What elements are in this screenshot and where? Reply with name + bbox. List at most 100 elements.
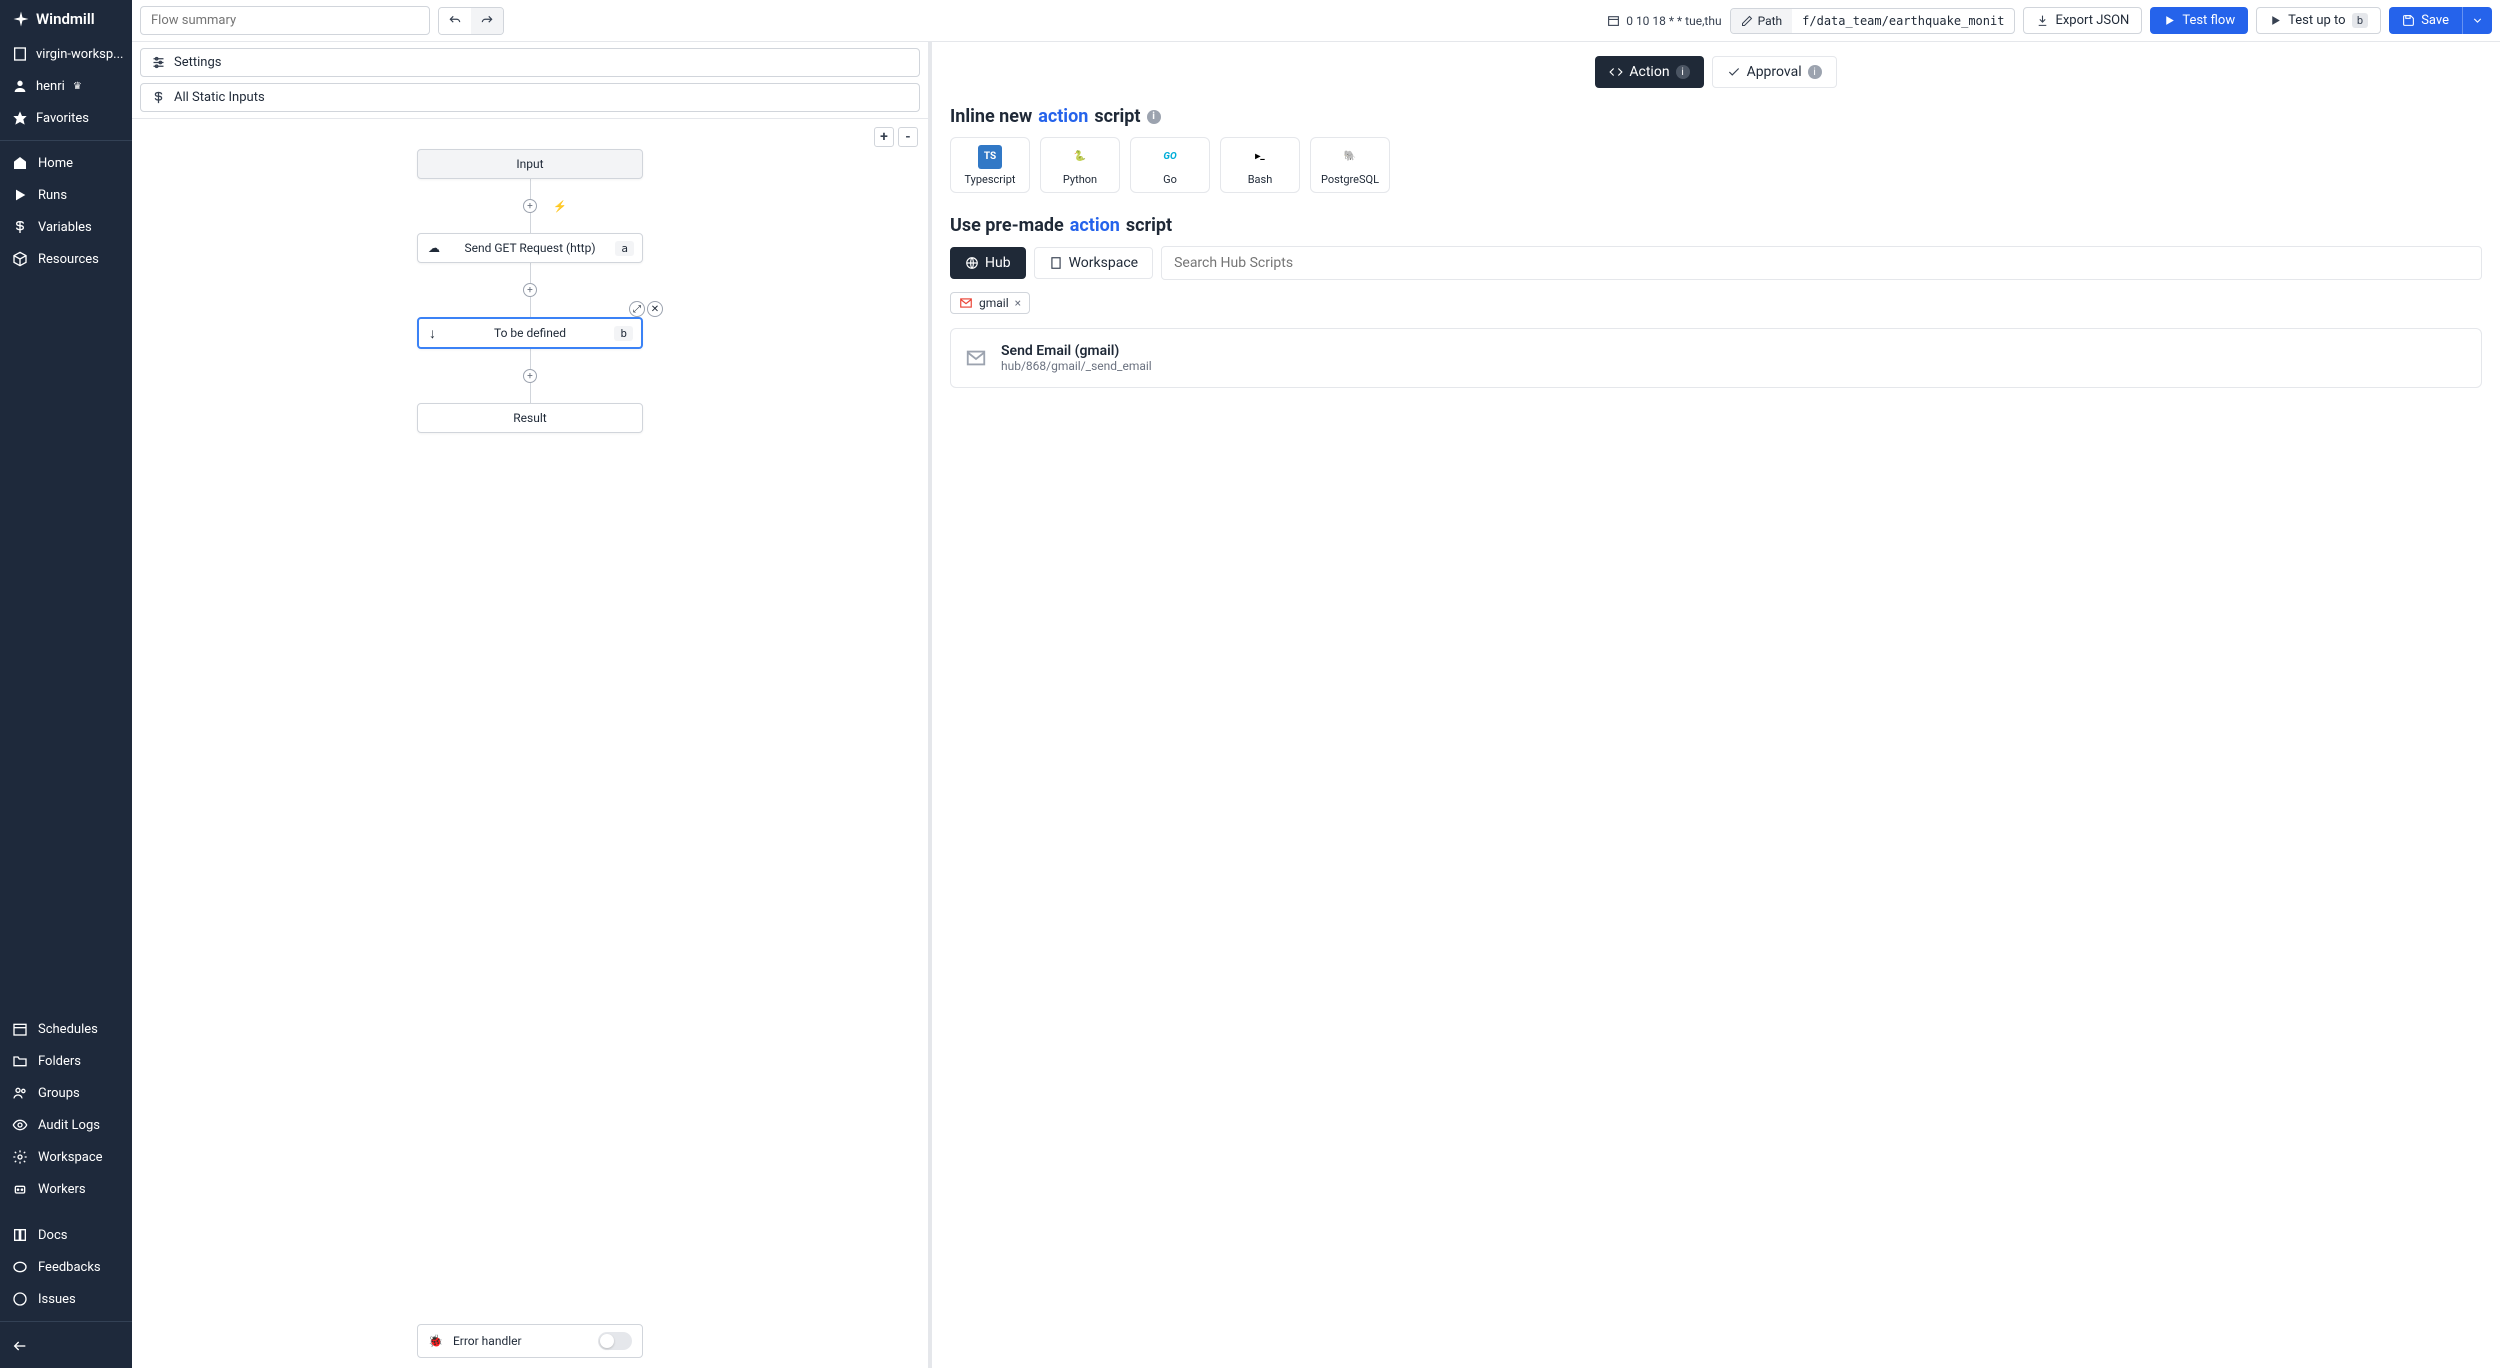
test-flow-button[interactable]: Test flow	[2150, 7, 2248, 34]
nav-resources[interactable]: Resources	[0, 243, 132, 275]
cron-schedule-display[interactable]: 0 10 18 * * tue,thu	[1607, 14, 1721, 28]
user-name-label: henri	[36, 79, 65, 94]
undo-button[interactable]	[439, 8, 471, 34]
lang-bash[interactable]: ▸_ Bash	[1220, 137, 1300, 193]
calendar-icon	[12, 1021, 28, 1037]
step-type-tabs: Action i Approval i	[950, 56, 2482, 88]
bug-icon: 🐞	[428, 1334, 443, 1348]
eye-icon	[12, 1117, 28, 1133]
crown-icon: ♛	[73, 81, 82, 92]
source-workspace[interactable]: Workspace	[1034, 247, 1154, 279]
robot-icon	[12, 1181, 28, 1197]
search-hub-input[interactable]	[1161, 246, 2482, 280]
save-dropdown-button[interactable]	[2462, 7, 2492, 34]
workspace-selector[interactable]: virgin-worksp...	[0, 38, 132, 70]
nav-feedbacks[interactable]: Feedbacks	[0, 1251, 132, 1283]
add-step-button[interactable]: +	[523, 369, 537, 383]
box-icon	[12, 251, 28, 267]
result-title: Send Email (gmail)	[1001, 343, 1152, 359]
add-step-button[interactable]: +	[523, 199, 537, 213]
building-icon	[12, 46, 28, 62]
undo-redo-group	[438, 7, 504, 35]
lang-python[interactable]: 🐍 Python	[1040, 137, 1120, 193]
save-button[interactable]: Save	[2389, 7, 2462, 34]
inline-script-title: Inline new action script i	[950, 106, 2482, 127]
info-icon: i	[1808, 65, 1822, 79]
flow-editor-column: Settings All Static Inputs + - Input	[132, 42, 932, 1368]
content: Settings All Static Inputs + - Input	[132, 42, 2500, 1368]
language-grid: TS Typescript 🐍 Python GO Go ▸_ Bash 🐘	[950, 137, 2482, 193]
collapse-sidebar-button[interactable]	[0, 1328, 132, 1368]
flow-graph: Input + ⚡ ☁ Send GET Request (http) a	[380, 149, 680, 433]
lang-postgresql[interactable]: 🐘 PostgreSQL	[1310, 137, 1390, 193]
path-chip[interactable]: Path f/data_team/earthquake_monit	[1730, 8, 2016, 34]
play-icon	[2163, 14, 2176, 27]
export-json-button[interactable]: Export JSON	[2023, 7, 2142, 34]
gmail-icon	[959, 296, 973, 310]
redo-button[interactable]	[471, 8, 503, 34]
arrow-left-icon	[12, 1338, 28, 1354]
nav-docs[interactable]: Docs	[0, 1219, 132, 1251]
node-input[interactable]: Input	[417, 149, 643, 179]
path-value: f/data_team/earthquake_monit	[1792, 9, 2014, 33]
delete-node-button[interactable]: ✕	[647, 301, 663, 317]
tab-approval[interactable]: Approval i	[1712, 56, 1837, 88]
nav-runs[interactable]: Runs	[0, 179, 132, 211]
error-handler-bar[interactable]: 🐞 Error handler	[417, 1324, 643, 1358]
move-node-handle[interactable]: ⤢	[629, 301, 645, 317]
sidebar: Windmill virgin-worksp... henri ♛ Favori…	[0, 0, 132, 1368]
remove-filter-button[interactable]: ×	[1015, 296, 1021, 310]
nav-schedules[interactable]: Schedules	[0, 1013, 132, 1045]
main: 0 10 18 * * tue,thu Path f/data_team/ear…	[132, 0, 2500, 1368]
step-config-panel: Action i Approval i Inline new action sc…	[932, 42, 2500, 1368]
all-static-inputs-bar-button[interactable]: All Static Inputs	[140, 83, 920, 112]
settings-bar-button[interactable]: Settings	[140, 48, 920, 77]
discord-icon	[12, 1259, 28, 1275]
info-icon[interactable]: i	[1147, 110, 1161, 124]
nav-folders[interactable]: Folders	[0, 1045, 132, 1077]
play-icon	[2269, 14, 2282, 27]
node-step-a[interactable]: ☁ Send GET Request (http) a	[417, 233, 643, 263]
flow-canvas[interactable]: + - Input + ⚡ ☁ Send GET Request (h	[132, 119, 928, 1368]
nav-audit-logs[interactable]: Audit Logs	[0, 1109, 132, 1141]
source-hub[interactable]: Hub	[950, 247, 1026, 279]
tab-action[interactable]: Action i	[1595, 56, 1703, 88]
nav-workspace[interactable]: Workspace	[0, 1141, 132, 1173]
workspace-name-label: virgin-worksp...	[36, 47, 123, 62]
insert-row: +	[523, 369, 537, 383]
user-menu[interactable]: henri ♛	[0, 70, 132, 102]
node-step-b[interactable]: ↓ To be defined b ⤢ ✕	[417, 317, 643, 349]
node-result[interactable]: Result	[417, 403, 643, 433]
globe-icon	[965, 256, 979, 270]
favorites-link[interactable]: Favorites	[0, 102, 132, 134]
nav-variables[interactable]: Variables	[0, 211, 132, 243]
download-icon	[2036, 14, 2049, 27]
undo-icon	[448, 14, 462, 28]
filter-chip-gmail[interactable]: gmail ×	[950, 292, 1030, 314]
connector	[530, 263, 531, 283]
lang-typescript[interactable]: TS Typescript	[950, 137, 1030, 193]
lang-go[interactable]: GO Go	[1130, 137, 1210, 193]
code-icon	[1609, 65, 1623, 79]
result-text: Send Email (gmail) hub/868/gmail/_send_e…	[1001, 343, 1152, 373]
star-icon	[12, 110, 28, 126]
nav-groups[interactable]: Groups	[0, 1077, 132, 1109]
error-handler-toggle[interactable]	[598, 1332, 632, 1350]
nav-issues[interactable]: Issues	[0, 1283, 132, 1315]
test-up-to-button[interactable]: Test up to b	[2256, 7, 2381, 34]
sidebar-separator-2	[0, 1321, 132, 1322]
windmill-logo-icon	[12, 10, 30, 28]
nav-workers[interactable]: Workers	[0, 1173, 132, 1205]
brand-text: Windmill	[36, 10, 95, 28]
hub-script-result[interactable]: Send Email (gmail) hub/868/gmail/_send_e…	[950, 328, 2482, 388]
nav-home[interactable]: Home	[0, 147, 132, 179]
check-icon	[1727, 65, 1741, 79]
zoom-out-button[interactable]: -	[898, 127, 918, 147]
info-icon: i	[1676, 65, 1690, 79]
zoom-in-button[interactable]: +	[874, 127, 894, 147]
arrow-down-icon: ↓	[429, 325, 436, 342]
pencil-icon	[1741, 15, 1753, 27]
add-step-button[interactable]: +	[523, 283, 537, 297]
test-up-to-step-badge: b	[2352, 13, 2369, 28]
flow-summary-input[interactable]	[140, 6, 430, 35]
